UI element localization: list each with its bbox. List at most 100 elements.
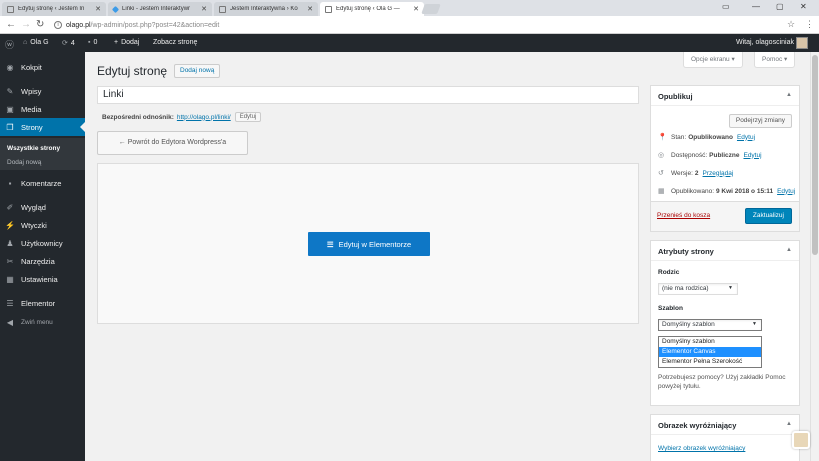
published-edit-link[interactable]: Edytuj	[777, 188, 795, 195]
scrollbar-thumb[interactable]	[812, 55, 818, 255]
forward-arrow-icon[interactable]: →	[21, 19, 31, 31]
sidebar-item-komentarze[interactable]: ▪ Komentarze	[0, 174, 85, 192]
screen-options-button[interactable]: Opcje ekranu ▾	[683, 52, 743, 68]
close-icon[interactable]: ✕	[201, 5, 207, 13]
minimize-icon[interactable]: —	[752, 2, 760, 11]
parent-select[interactable]: (nie ma rodzica) ▼	[658, 283, 738, 295]
sidebar-item-label: Strony	[21, 122, 43, 132]
admin-sidebar: ◉ Kokpit ✎ Wpisy ▣ Media ❐ Strony Wszyst…	[0, 52, 85, 461]
sidebar-item-elementor[interactable]: ☰ Elementor	[0, 294, 85, 312]
browser-tab[interactable]: Jestem Interaktywna › Ko ✕	[214, 2, 318, 16]
profile-icon[interactable]: ▭	[722, 2, 730, 11]
view-page-link[interactable]: Zobacz stronę	[153, 39, 197, 46]
help-button[interactable]: Pomoc ▾	[754, 52, 796, 68]
preview-changes-button[interactable]: Podejrzyj zmiany	[728, 114, 792, 128]
publish-actions: Przenieś do kosza Zaktualizuj	[651, 201, 799, 231]
template-option[interactable]: Elementor Pełna Szerokość	[659, 357, 761, 367]
visibility-edit-link[interactable]: Edytuj	[743, 152, 761, 159]
sidebar-item-label: Media	[21, 104, 42, 114]
submenu-all-pages[interactable]: Wszystkie strony	[7, 145, 60, 152]
elementor-icon	[111, 5, 120, 13]
sidebar-item-wyglad[interactable]: ✐ Wygląd	[0, 198, 85, 216]
sidebar-collapse-menu[interactable]: ◀ Zwiń menu	[0, 313, 85, 331]
template-option-highlighted[interactable]: Elementor Canvas	[659, 347, 761, 357]
view-page-label: Zobacz stronę	[153, 39, 198, 46]
page-icon	[325, 5, 332, 13]
collapse-arrow-icon[interactable]: ▲	[786, 421, 792, 427]
status-label: Stan:	[671, 133, 687, 141]
status-edit-link[interactable]: Edytuj	[737, 134, 755, 141]
sidebar-item-wtyczki[interactable]: ⚡ Wtyczki	[0, 216, 85, 234]
back-arrow-icon[interactable]: ←	[6, 19, 16, 31]
sidebar-item-label: Komentarze	[21, 178, 62, 188]
revisions-browse-link[interactable]: Przeglądaj	[703, 170, 734, 177]
calendar-icon: ▦	[658, 188, 665, 195]
collapse-icon: ◀	[6, 317, 14, 327]
new-tab-button[interactable]	[421, 4, 441, 14]
add-new-page-button[interactable]: Dodaj nową	[174, 64, 221, 78]
caret-down-icon: ▾	[784, 56, 788, 63]
published-date-row: ▦ Opublikowano: 9 Kwi 2018 o 15:11 Edytu…	[658, 187, 795, 196]
window-close-icon[interactable]: ✕	[800, 2, 807, 11]
publish-heading: Opublikuj	[658, 92, 693, 101]
bookmark-star-icon[interactable]: ☆	[787, 19, 795, 30]
sidebar-item-label: Ustawienia	[21, 274, 58, 284]
edit-with-elementor-button[interactable]: ☰ Edytuj w Elementorze	[308, 232, 430, 256]
collapse-arrow-icon[interactable]: ▲	[786, 92, 792, 98]
close-icon[interactable]: ✕	[413, 5, 419, 13]
wordpress-logo-icon[interactable]: ⓦ	[5, 38, 14, 51]
submenu-add-new[interactable]: Dodaj nową	[7, 159, 41, 166]
edit-with-elementor-label: Edytuj w Elementorze	[338, 239, 412, 249]
plugin-icon: ⚡	[5, 220, 15, 230]
edit-slug-button[interactable]: Edytuj	[234, 112, 262, 122]
template-dropdown: Domyślny szablon Elementor Canvas Elemen…	[658, 336, 762, 368]
back-to-wordpress-editor-button[interactable]: ← Powrót do Edytora Wordpress'a	[97, 131, 248, 155]
permalink-url[interactable]: http://olago.pl/linki/	[177, 114, 231, 121]
sidebar-item-media[interactable]: ▣ Media	[0, 100, 85, 118]
collapse-arrow-icon[interactable]: ▲	[786, 247, 792, 253]
site-name-link[interactable]: ⌂ Ola G	[23, 39, 49, 46]
caret-down-icon: ▾	[731, 56, 735, 63]
reload-icon[interactable]: ↻	[36, 19, 44, 31]
move-to-trash-link[interactable]: Przenieś do kosza	[657, 212, 710, 219]
post-title-input[interactable]: Linki	[97, 86, 639, 104]
address-bar[interactable]: i olago.pl /wp-admin/post.php?post=42&ac…	[54, 18, 804, 32]
menu-kebab-icon[interactable]: ⋮	[805, 19, 814, 30]
sidebar-item-narzedzia[interactable]: ✂ Narzędzia	[0, 252, 85, 270]
attributes-box-header[interactable]: Atrybuty strony ▲	[651, 241, 799, 261]
browser-tab[interactable]: Edytuj stronę ‹ Jestem In ✕	[2, 2, 106, 16]
featured-heading: Obrazek wyróżniający	[658, 421, 737, 430]
info-icon[interactable]: i	[54, 21, 62, 29]
browser-tab-active[interactable]: Edytuj stronę ‹ Ola G — ✕	[320, 2, 424, 16]
sidebar-item-label: Wpisy	[21, 86, 42, 96]
avatar[interactable]	[796, 37, 808, 49]
sidebar-item-label: Użytkownicy	[21, 238, 63, 248]
page-icon	[219, 5, 226, 13]
featured-box-header[interactable]: Obrazek wyróżniający ▲	[651, 415, 799, 435]
sidebar-item-ustawienia[interactable]: ▦ Ustawienia	[0, 270, 85, 288]
maximize-icon[interactable]: ▢	[776, 2, 784, 11]
close-icon[interactable]: ✕	[95, 5, 101, 13]
comments-link[interactable]: ▪ 0	[88, 39, 97, 46]
add-new-link[interactable]: + Dodaj	[114, 39, 139, 46]
elementor-icon: ☰	[326, 239, 334, 249]
page-scrollbar[interactable]	[810, 52, 819, 461]
set-featured-image-link[interactable]: Wybierz obrazek wyróżniający	[658, 445, 745, 452]
user-greeting[interactable]: Witaj, olagosciniak	[736, 39, 794, 46]
sidebar-item-wpisy[interactable]: ✎ Wpisy	[0, 82, 85, 100]
site-name: Ola G	[30, 39, 49, 46]
update-button[interactable]: Zaktualizuj	[744, 208, 792, 224]
attributes-help-text: Potrzebujesz pomocy? Użyj zakładki Pomoc…	[658, 374, 786, 390]
sidebar-item-strony[interactable]: ❐ Strony	[0, 118, 85, 136]
pin-icon: ✎	[6, 86, 14, 96]
template-select[interactable]: Domyślny szablon ▼	[658, 319, 762, 331]
sidebar-item-uzytkownicy[interactable]: ♟ Użytkownicy	[0, 234, 85, 252]
browser-tab[interactable]: Linki - Jestem Interaktywr ✕	[108, 2, 212, 16]
sidebar-item-kokpit[interactable]: ◉ Kokpit	[0, 58, 85, 76]
pages-icon: ❐	[6, 122, 14, 132]
publish-box-header[interactable]: Opublikuj ▲	[651, 86, 799, 106]
template-select-value: Domyślny szablon	[662, 321, 715, 328]
template-option[interactable]: Domyślny szablon	[659, 337, 761, 347]
updates-link[interactable]: ⟳ 4	[62, 39, 75, 48]
close-icon[interactable]: ✕	[307, 5, 313, 13]
